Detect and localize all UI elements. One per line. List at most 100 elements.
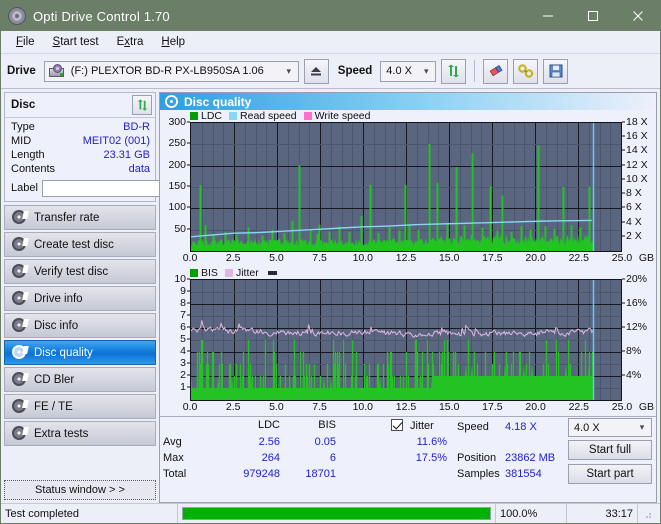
disc-icon bbox=[12, 372, 29, 387]
stats-bis-total: 18701 bbox=[305, 468, 336, 480]
x-tick-label: 15.0 bbox=[438, 252, 460, 264]
jitter-checkbox[interactable] bbox=[391, 419, 403, 431]
close-button[interactable] bbox=[615, 1, 660, 31]
y2-tick bbox=[622, 164, 625, 166]
disc-panel-title: Disc bbox=[11, 99, 36, 111]
stats-bis-max: 6 bbox=[329, 452, 336, 464]
minimize-button[interactable] bbox=[525, 1, 570, 31]
stats-bis-avg: 0.05 bbox=[314, 436, 336, 448]
y2-tick bbox=[622, 149, 625, 151]
sidebar-nav: Transfer rate Create test disc Verify te… bbox=[4, 205, 156, 446]
sidebar-item-cd-bler[interactable]: CD Bler bbox=[4, 367, 156, 392]
chart-ldc-legend: LDC Read speed Write speed bbox=[160, 110, 656, 122]
status-bar: Test completed 100.0% 33:17 bbox=[1, 503, 660, 523]
disc-refresh-button[interactable] bbox=[132, 95, 152, 115]
y2-tick-label: 2 X bbox=[626, 229, 642, 242]
speed-select[interactable]: 4.0 X ▾ bbox=[380, 60, 437, 82]
sidebar-item-disc-info[interactable]: Disc info bbox=[4, 313, 156, 338]
x-tick-label: 12.5 bbox=[395, 401, 417, 413]
y-tick-label: 1 bbox=[180, 381, 186, 393]
disc-properties: Type BD-R MID MEIT02 (001) Length 23.31 … bbox=[5, 118, 249, 201]
refresh-button[interactable] bbox=[441, 58, 467, 84]
chevron-down-icon: ▾ bbox=[639, 422, 645, 432]
maximize-button[interactable] bbox=[570, 1, 615, 31]
y2-tick bbox=[622, 278, 625, 280]
start-full-button[interactable]: Start full bbox=[568, 440, 652, 460]
sidebar-item-drive-info[interactable]: Drive info bbox=[4, 286, 156, 311]
chart-bis-svg bbox=[191, 280, 621, 400]
menu-help[interactable]: Help bbox=[152, 34, 194, 50]
y2-tick bbox=[622, 235, 625, 237]
sidebar-item-disc-quality[interactable]: Disc quality bbox=[4, 340, 156, 365]
y-tick-label: 250 bbox=[168, 137, 186, 150]
menu-start-test[interactable]: Start test bbox=[44, 34, 108, 50]
panel-header: Disc quality bbox=[160, 93, 656, 110]
chart-ldc-svg bbox=[191, 123, 621, 251]
tools-button[interactable] bbox=[513, 58, 539, 84]
sidebar-item-fe-te[interactable]: FE / TE bbox=[4, 394, 156, 419]
legend-item-jitter: Jitter bbox=[224, 267, 259, 279]
y2-tick bbox=[622, 302, 625, 304]
x-tick-label: 25.0 bbox=[611, 252, 633, 264]
speed-stat-label: Speed bbox=[457, 421, 489, 433]
erase-button[interactable] bbox=[483, 58, 509, 84]
y-tick-label: 10 bbox=[174, 273, 186, 285]
elapsed-time: 33:17 bbox=[567, 504, 638, 523]
disc-contents-label: Contents bbox=[11, 163, 56, 175]
chart-ldc: LDC Read speed Write speed 50 100 150 200 25… bbox=[160, 110, 656, 267]
eraser-icon bbox=[489, 65, 503, 77]
status-window-button[interactable]: Status window > > bbox=[4, 480, 156, 500]
panel-title: Disc quality bbox=[184, 94, 252, 109]
window-title: Opti Drive Control 1.70 bbox=[33, 8, 170, 24]
disc-icon bbox=[12, 291, 29, 306]
disc-label-row: Label bbox=[11, 178, 249, 198]
y-tick-label: 150 bbox=[168, 180, 186, 192]
stats-jitter-avg: 11.6% bbox=[416, 436, 447, 448]
start-part-button[interactable]: Start part bbox=[568, 464, 652, 484]
chart-bis: BIS Jitter 1 2 3 4 5 6 7 8 9 10 4% 8% 12% 16% 20% 0.0… bbox=[160, 267, 656, 416]
drive-select[interactable]: (F:) PLEXTOR BD-R PX-LB950SA 1.06 ▾ bbox=[43, 60, 299, 82]
x-tick-label: 17.5 bbox=[482, 252, 503, 264]
jitter-label: Jitter bbox=[410, 420, 434, 432]
y2-tick-label: 12% bbox=[626, 321, 648, 333]
sidebar-item-extra-tests[interactable]: Extra tests bbox=[4, 421, 156, 446]
resize-grip[interactable] bbox=[638, 504, 660, 523]
x-tick-label: 17.5 bbox=[482, 401, 503, 413]
progress-bar bbox=[182, 507, 491, 520]
sidebar-item-label: Drive info bbox=[34, 292, 83, 305]
position-stat-value: 23862 MB bbox=[505, 452, 556, 464]
x-tick-label: 7.5 bbox=[312, 401, 327, 413]
x-tick-label: 15.0 bbox=[438, 401, 460, 413]
menu-file[interactable]: File bbox=[7, 34, 44, 50]
status-message: Test completed bbox=[1, 504, 178, 523]
chart-ldc-x-axis: 0.0 2.5 5.0 7.5 10.0 12.5 15.0 17.5 20.0 22.5 25.0… bbox=[183, 252, 654, 267]
y2-tick bbox=[622, 326, 625, 328]
disc-panel-header: Disc bbox=[5, 93, 155, 118]
refresh-icon bbox=[137, 98, 147, 111]
test-speed-select[interactable]: 4.0 X ▾ bbox=[568, 418, 652, 437]
progress-fill bbox=[183, 508, 490, 519]
y2-tick-label: 6 X bbox=[626, 201, 642, 214]
x-tick-label: 20.0 bbox=[525, 252, 546, 264]
save-button[interactable] bbox=[543, 58, 569, 84]
eject-button[interactable] bbox=[303, 58, 329, 84]
save-icon bbox=[549, 64, 563, 78]
sidebar-item-transfer-rate[interactable]: Transfer rate bbox=[4, 205, 156, 230]
stats-jitter-max: 17.5% bbox=[415, 452, 447, 464]
stats-row-total: Total bbox=[163, 468, 187, 480]
x-tick-label: 5.0 bbox=[269, 252, 284, 264]
panel-body: LDC Read speed Write speed 50 100 150 200 25… bbox=[160, 110, 656, 502]
toolbar: Drive (F:) PLEXTOR BD-R PX-LB950SA 1.06 … bbox=[1, 54, 660, 89]
y2-tick bbox=[622, 135, 625, 137]
sidebar-item-create-test-disc[interactable]: Create test disc bbox=[4, 232, 156, 257]
sidebar-item-verify-test-disc[interactable]: Verify test disc bbox=[4, 259, 156, 284]
toolbar-separator bbox=[474, 60, 476, 82]
y2-tick-label: 8% bbox=[626, 345, 642, 357]
samples-stat-value: 381554 bbox=[505, 468, 542, 480]
x-tick-label: 25.0 bbox=[611, 401, 633, 413]
y-tick-label: 7 bbox=[180, 309, 186, 321]
tools-icon bbox=[517, 64, 534, 78]
menu-extra[interactable]: Extra bbox=[108, 34, 153, 50]
x-tick-label: 2.5 bbox=[225, 401, 241, 413]
